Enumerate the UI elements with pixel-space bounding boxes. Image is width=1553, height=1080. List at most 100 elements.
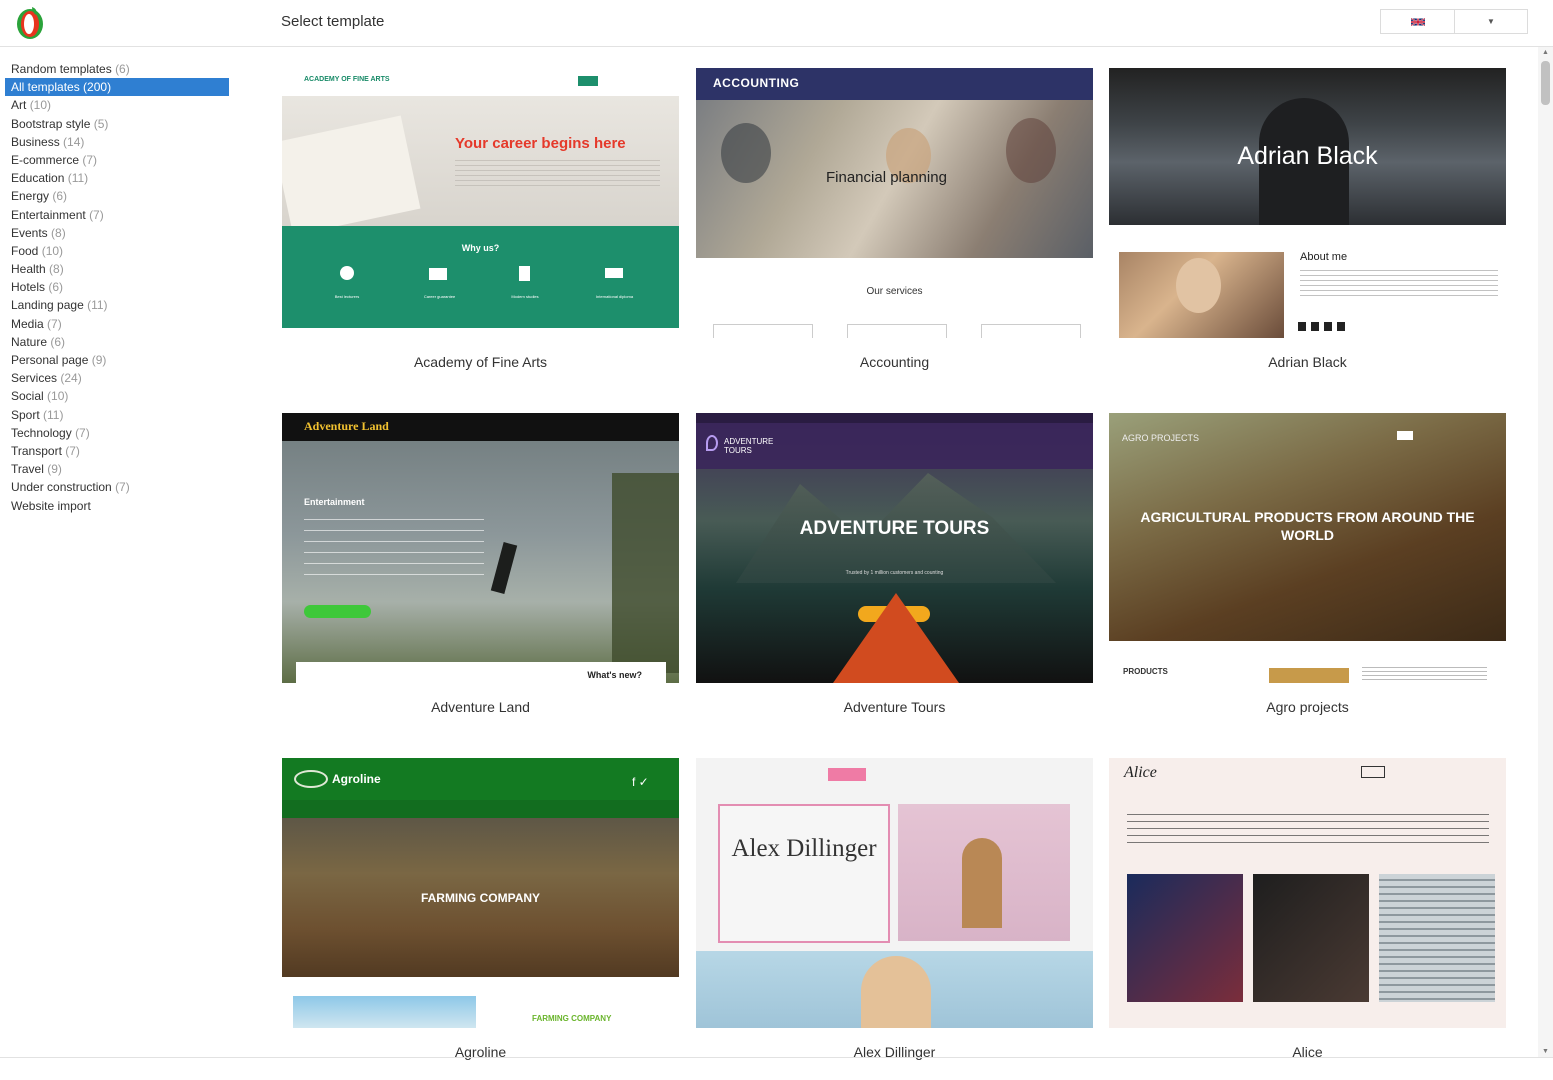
preview-headline: Alex Dillinger	[731, 835, 877, 862]
template-card[interactable]: ADVENTURE TOURS ADVENTURE TOURS Trusted …	[696, 413, 1093, 716]
category-count: (11)	[67, 171, 89, 186]
category-label: Health	[11, 262, 46, 277]
template-name[interactable]: Adventure Land	[282, 698, 679, 716]
sidebar-category[interactable]: Health (8)	[5, 260, 229, 278]
preview-section: PRODUCTS	[1123, 667, 1168, 676]
category-label: Business	[11, 134, 60, 149]
social-icons: f ✓	[632, 775, 649, 789]
scrollbar-thumb[interactable]	[1541, 61, 1550, 105]
template-preview[interactable]: ACADEMY OF FINE ARTS Your career begins …	[282, 68, 679, 338]
template-name[interactable]: Agroline	[282, 1043, 679, 1061]
category-count: (10)	[29, 98, 52, 113]
sidebar-category[interactable]: Hotels (6)	[5, 278, 229, 296]
category-count: (6)	[115, 62, 130, 76]
template-preview[interactable]: Alex Dillinger	[696, 758, 1093, 1028]
template-preview[interactable]: AGRO PROJECTS AGRICULTURAL PRODUCTS FROM…	[1109, 413, 1506, 683]
template-card[interactable]: AGRO PROJECTS AGRICULTURAL PRODUCTS FROM…	[1109, 413, 1506, 716]
uk-flag-icon	[1381, 10, 1455, 33]
template-card[interactable]: Alice Alice	[1109, 758, 1506, 1061]
category-sidebar: Random templates (6) All templates (200) A…	[5, 60, 229, 515]
sidebar-category[interactable]: Website import	[5, 497, 229, 515]
template-preview[interactable]: Alice	[1109, 758, 1506, 1028]
sidebar-category[interactable]: Food (10)	[5, 242, 229, 260]
template-name[interactable]: Alex Dillinger	[696, 1043, 1093, 1061]
template-name[interactable]: Accounting	[696, 353, 1093, 371]
category-label: Sport	[11, 407, 40, 422]
vertical-scrollbar[interactable]: ▲ ▼	[1538, 47, 1553, 1057]
preview-section: Our services	[866, 286, 923, 297]
template-preview[interactable]: Adrian Black About me	[1109, 68, 1506, 338]
template-card[interactable]: Alex Dillinger Alex Dillinger	[696, 758, 1093, 1061]
sidebar-category[interactable]: Bootstrap style (5)	[5, 115, 229, 133]
preview-headline: FARMING COMPANY	[420, 891, 541, 905]
category-count: (8)	[49, 262, 64, 277]
category-label: Hotels	[11, 280, 46, 295]
preview-brand: ACCOUNTING	[713, 76, 800, 90]
template-name[interactable]: Adventure Tours	[696, 698, 1093, 716]
template-preview[interactable]: ACCOUNTING Financial planning Our servic…	[696, 68, 1093, 338]
sidebar-category[interactable]: Services (24)	[5, 369, 229, 387]
sidebar-category[interactable]: Art (10)	[5, 96, 229, 114]
category-label: Landing page	[11, 298, 84, 313]
sidebar-category[interactable]: Entertainment (7)	[5, 206, 229, 224]
preview-section: About me	[1300, 251, 1348, 263]
category-count: (7)	[75, 425, 90, 440]
category-count: (200)	[83, 80, 112, 95]
sidebar-category[interactable]: Nature (6)	[5, 333, 229, 351]
sidebar-category[interactable]: Travel (9)	[5, 460, 229, 478]
chevron-down-icon[interactable]: ▼	[1455, 10, 1527, 33]
category-label: Nature	[11, 334, 48, 349]
preview-brand: ACADEMY OF FINE ARTS	[304, 76, 390, 83]
sidebar-category[interactable]: Business (14)	[5, 133, 229, 151]
category-count: (7)	[82, 152, 98, 167]
category-label: Entertainment	[11, 207, 86, 222]
template-card[interactable]: Agroline f ✓ FARMING COMPANY FARMING COM…	[282, 758, 679, 1061]
sidebar-category[interactable]: Landing page (11)	[5, 296, 229, 314]
category-count: (7)	[89, 207, 104, 222]
category-label: Website import	[11, 498, 91, 513]
template-card[interactable]: ACADEMY OF FINE ARTS Your career begins …	[282, 68, 679, 371]
category-count: (24)	[60, 371, 82, 386]
app-logo[interactable]	[14, 5, 46, 41]
category-label: Under construction	[11, 480, 112, 495]
sidebar-category[interactable]: Social (10)	[5, 387, 229, 405]
sidebar-category[interactable]: Transport (7)	[5, 442, 229, 460]
category-label: Transport	[11, 443, 62, 458]
template-card[interactable]: ACCOUNTING Financial planning Our servic…	[696, 68, 1093, 371]
preview-headline: Financial planning	[826, 169, 947, 186]
category-label: Random templates	[11, 62, 112, 76]
scroll-down-icon[interactable]: ▼	[1542, 1048, 1549, 1055]
category-count: (7)	[47, 316, 62, 331]
feature-label: Best lecturers	[334, 294, 360, 299]
sidebar-category[interactable]: Technology (7)	[5, 424, 229, 442]
sidebar-category[interactable]: E-commerce (7)	[5, 151, 229, 169]
sidebar-category[interactable]: Education (11)	[5, 169, 229, 187]
template-card[interactable]: Adrian Black About me Adrian Black	[1109, 68, 1506, 371]
sidebar-category[interactable]: All templates (200)	[5, 78, 229, 97]
sidebar-category[interactable]: Events (8)	[5, 224, 229, 242]
category-count: (7)	[115, 480, 130, 495]
category-count: (14)	[63, 134, 85, 149]
template-name[interactable]: Adrian Black	[1109, 353, 1506, 371]
sidebar-category[interactable]: Sport (11)	[5, 406, 229, 424]
template-preview[interactable]: ADVENTURE TOURS ADVENTURE TOURS Trusted …	[696, 413, 1093, 683]
template-name[interactable]: Academy of Fine Arts	[282, 353, 679, 371]
scroll-up-icon[interactable]: ▲	[1542, 49, 1549, 56]
language-selector[interactable]: ▼	[1380, 9, 1528, 34]
sidebar-category[interactable]: Under construction (7)	[5, 478, 229, 496]
sidebar-category[interactable]: Random templates (6)	[5, 60, 229, 78]
category-count: (11)	[43, 407, 64, 422]
template-card[interactable]: Adventure Land Entertainment What's new?…	[282, 413, 679, 716]
preview-footer: What's new?	[587, 670, 642, 680]
preview-section: Entertainment	[304, 497, 365, 507]
category-label: Media	[11, 316, 44, 331]
sidebar-category[interactable]: Personal page (9)	[5, 351, 229, 369]
sidebar-category[interactable]: Energy (6)	[5, 187, 229, 205]
top-bar: Select template ▼	[0, 0, 1553, 47]
template-name[interactable]: Agro projects	[1109, 698, 1506, 716]
preview-headline: ADVENTURE TOURS	[799, 518, 990, 539]
template-name[interactable]: Alice	[1109, 1043, 1506, 1061]
sidebar-category[interactable]: Media (7)	[5, 315, 229, 333]
template-preview[interactable]: Agroline f ✓ FARMING COMPANY FARMING COM…	[282, 758, 679, 1028]
template-preview[interactable]: Adventure Land Entertainment What's new?	[282, 413, 679, 683]
